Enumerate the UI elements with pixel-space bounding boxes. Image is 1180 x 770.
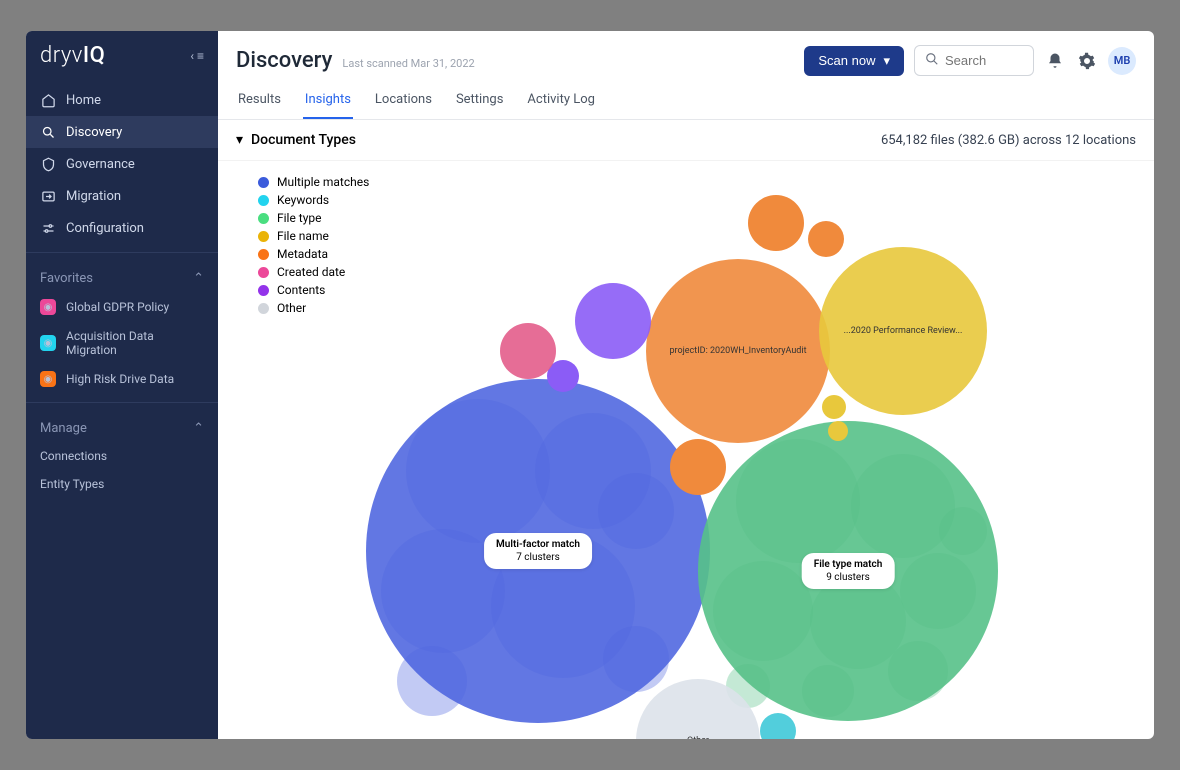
bubble[interactable]: [670, 439, 726, 495]
section-label: Favorites: [40, 271, 93, 286]
bubble[interactable]: [851, 454, 955, 558]
bubble[interactable]: [397, 646, 467, 716]
search-icon: [925, 51, 939, 70]
bubble-inline-label: ...2020 Performance Review...: [844, 326, 963, 336]
main-content: Discovery Last scanned Mar 31, 2022 Scan…: [218, 31, 1154, 739]
migration-icon: [40, 188, 56, 204]
favorite-label: Acquisition Data Migration: [66, 329, 204, 357]
bubble[interactable]: [713, 561, 813, 661]
manage-item[interactable]: Connections: [26, 442, 218, 470]
last-scanned-label: Last scanned Mar 31, 2022: [342, 57, 474, 70]
bubble-label: File type match9 clusters: [802, 553, 895, 589]
nav-label: Configuration: [66, 221, 144, 236]
favorite-icon: ◉: [40, 335, 56, 351]
bubble[interactable]: [575, 283, 651, 359]
favorite-icon: ◉: [40, 299, 56, 315]
chevron-up-icon: ⌃: [193, 271, 204, 286]
search-input[interactable]: [945, 53, 1023, 68]
manage-label: Connections: [40, 449, 107, 463]
manage-label: Entity Types: [40, 477, 104, 491]
bubble[interactable]: [500, 323, 556, 379]
tab-locations[interactable]: Locations: [373, 84, 434, 119]
favorite-label: High Risk Drive Data: [66, 372, 174, 386]
collapse-sidebar-button[interactable]: ‹ ≡: [190, 49, 204, 63]
logo: dryvIQ: [40, 43, 105, 68]
nav-governance[interactable]: Governance: [26, 148, 218, 180]
bubble-inline-label: Other: [687, 736, 709, 739]
manage-section-header[interactable]: Manage ⌃: [26, 411, 218, 442]
nav-discovery[interactable]: Discovery: [26, 116, 218, 148]
bubble[interactable]: [808, 221, 844, 257]
favorite-item[interactable]: ◉ Global GDPR Policy: [26, 292, 218, 322]
favorite-icon: ◉: [40, 371, 56, 387]
button-label: Scan now: [818, 53, 875, 68]
bubble[interactable]: [802, 665, 854, 717]
bubble[interactable]: [748, 195, 804, 251]
nav-configuration[interactable]: Configuration: [26, 212, 218, 244]
nav-home[interactable]: Home: [26, 84, 218, 116]
tab-bar: Results Insights Locations Settings Activity…: [236, 84, 1136, 119]
gear-icon: [1078, 52, 1096, 70]
bubble[interactable]: [888, 641, 948, 701]
sliders-icon: [40, 220, 56, 236]
bubble[interactable]: [939, 507, 987, 555]
nav-label: Migration: [66, 189, 121, 204]
tab-activity-log[interactable]: Activity Log: [525, 84, 597, 119]
bubble[interactable]: [406, 399, 550, 543]
favorite-item[interactable]: ◉ High Risk Drive Data: [26, 364, 218, 394]
chevron-up-icon: ⌃: [193, 421, 204, 436]
page-title: Discovery: [236, 48, 332, 73]
tab-results[interactable]: Results: [236, 84, 283, 119]
scan-now-button[interactable]: Scan now ▾: [804, 46, 904, 76]
home-icon: [40, 92, 56, 108]
bubble-inline-label: projectID: 2020WH_InventoryAudit: [669, 346, 806, 356]
nav-label: Governance: [66, 157, 135, 172]
bubble-label: Multi-factor match7 clusters: [484, 533, 592, 569]
nav-label: Home: [66, 93, 101, 108]
shield-icon: [40, 156, 56, 172]
manage-item[interactable]: Entity Types: [26, 470, 218, 498]
favorites-section-header[interactable]: Favorites ⌃: [26, 261, 218, 292]
bubble[interactable]: [828, 421, 848, 441]
bell-icon: [1046, 52, 1064, 70]
tab-settings[interactable]: Settings: [454, 84, 505, 119]
chevron-down-icon: ▾: [883, 53, 890, 69]
section-label: Manage: [40, 421, 87, 436]
section-title: Document Types: [251, 132, 356, 148]
bubble[interactable]: [736, 439, 860, 563]
notifications-button[interactable]: [1044, 50, 1066, 72]
collapse-section-icon[interactable]: ▾: [236, 132, 243, 148]
bubble[interactable]: [603, 626, 669, 692]
bubble[interactable]: [598, 473, 674, 549]
file-stats: 654,182 files (382.6 GB) across 12 locat…: [881, 133, 1136, 148]
nav-label: Discovery: [66, 125, 122, 140]
user-avatar[interactable]: MB: [1108, 47, 1136, 75]
favorite-item[interactable]: ◉ Acquisition Data Migration: [26, 322, 218, 364]
search-box[interactable]: [914, 45, 1034, 76]
sidebar: dryvIQ ‹ ≡ Home Discovery Governance Mig…: [26, 31, 218, 739]
bubble[interactable]: [822, 395, 846, 419]
settings-button[interactable]: [1076, 50, 1098, 72]
nav-migration[interactable]: Migration: [26, 180, 218, 212]
bubble[interactable]: [900, 553, 976, 629]
bubble-chart[interactable]: Multi-factor match7 clusters File type ma…: [218, 161, 1154, 739]
tab-insights[interactable]: Insights: [303, 84, 353, 119]
bubble[interactable]: [760, 713, 796, 739]
discovery-icon: [40, 124, 56, 140]
favorite-label: Global GDPR Policy: [66, 300, 169, 314]
